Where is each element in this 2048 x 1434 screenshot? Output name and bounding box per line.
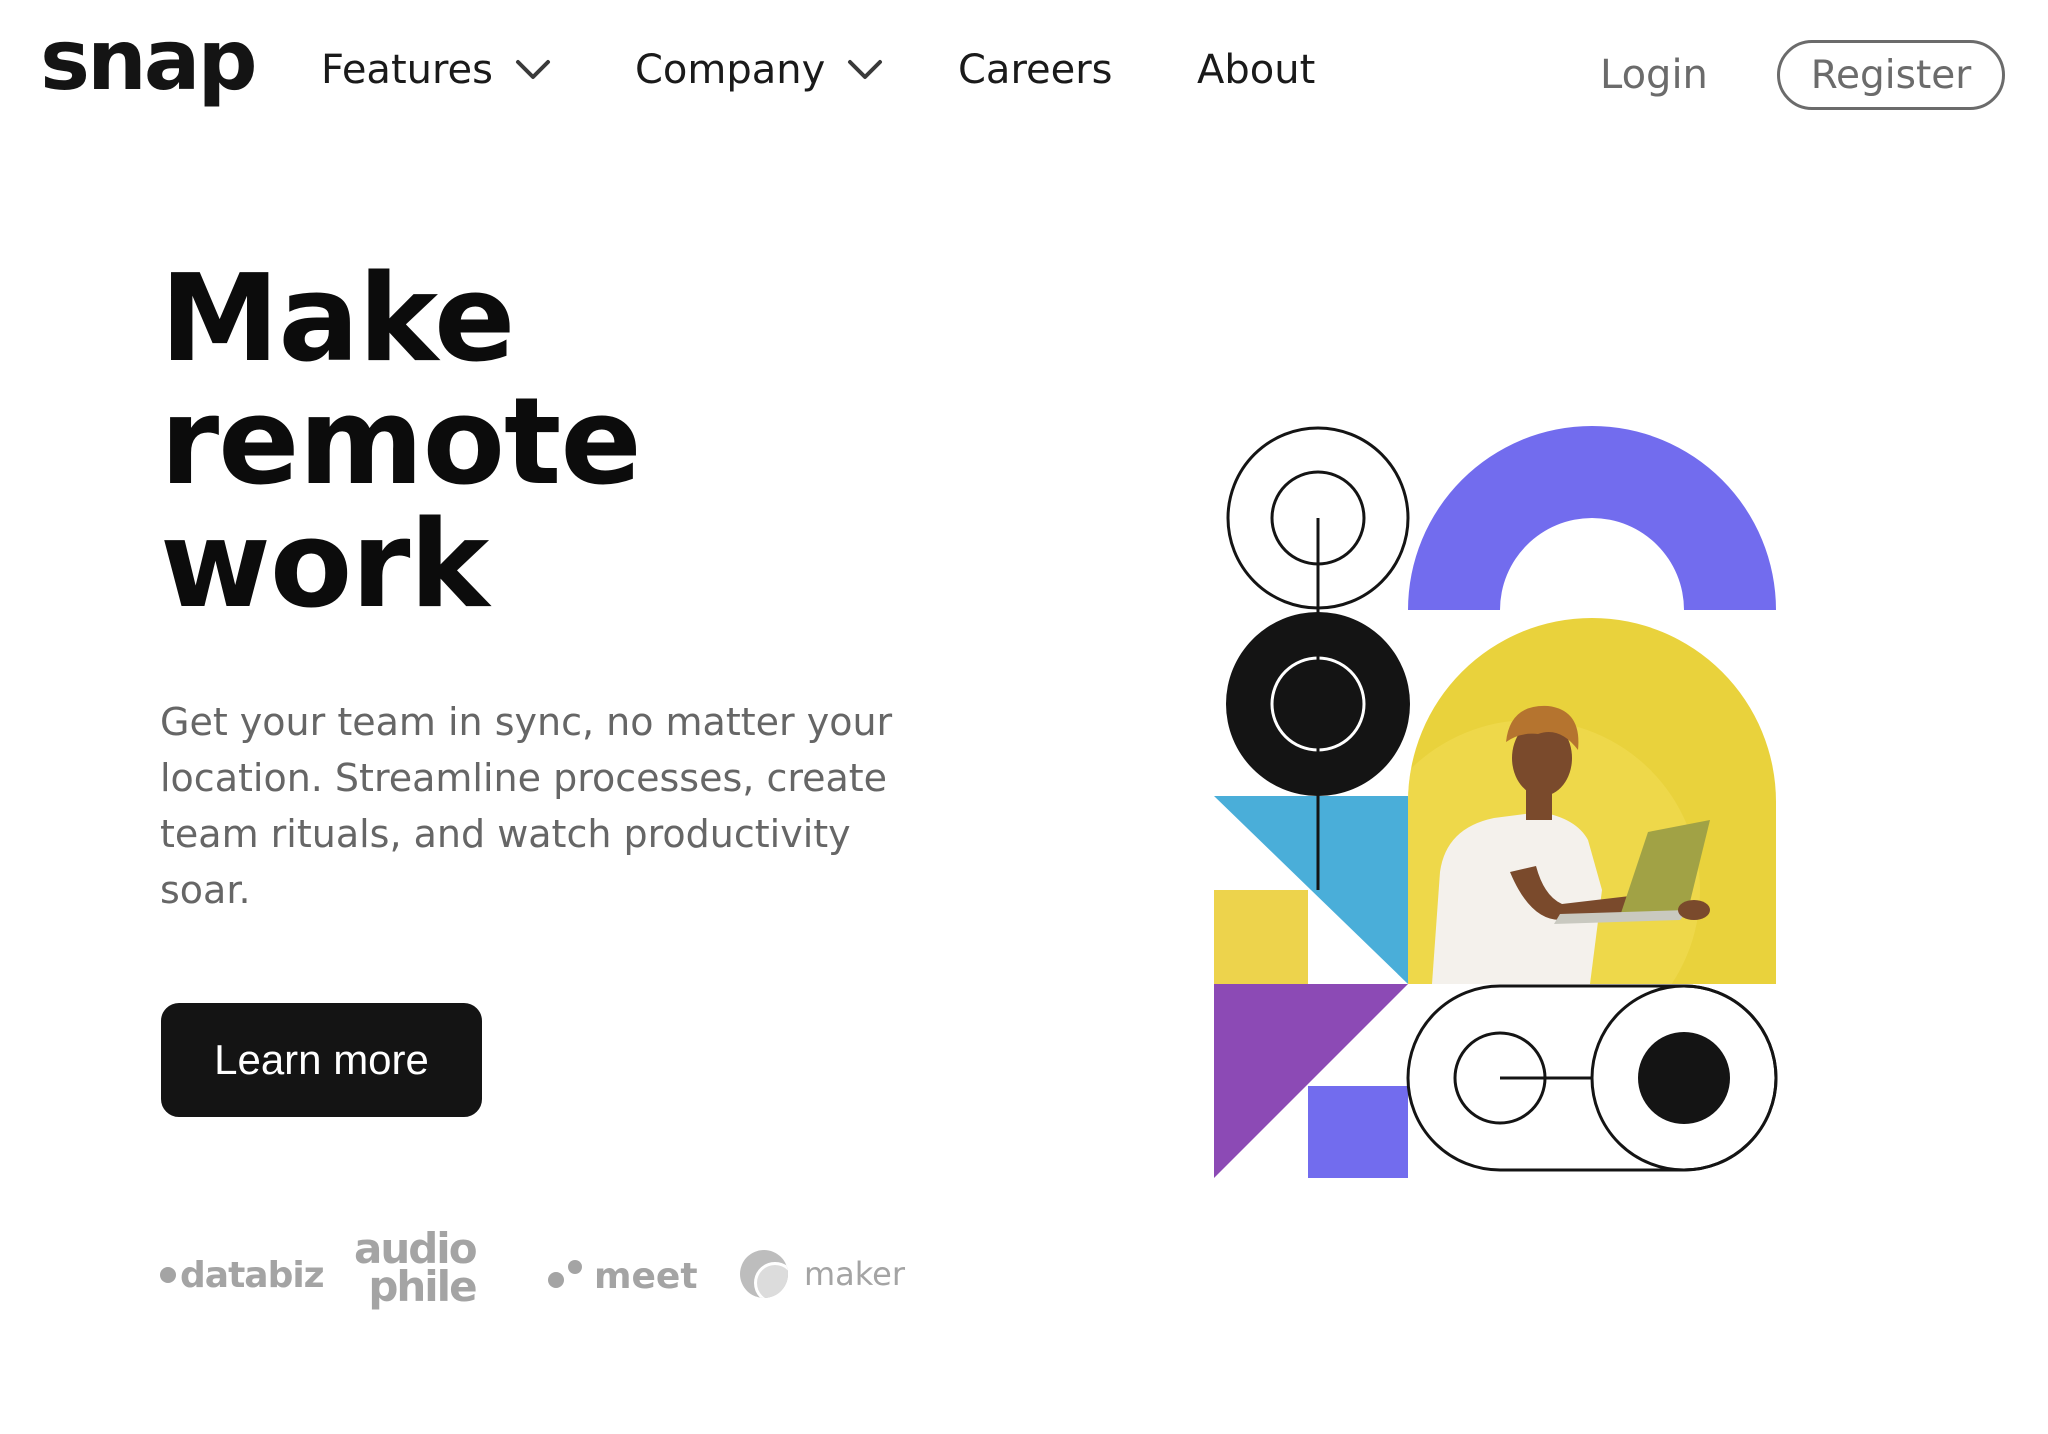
chevron-down-icon — [848, 60, 883, 79]
purple-square-shape — [1308, 1086, 1408, 1178]
maker-logo-text: maker — [804, 1255, 906, 1293]
databiz-logo: databiz — [160, 1255, 325, 1296]
meet-logo: meet — [548, 1258, 698, 1295]
meet-dots-icon — [548, 1258, 588, 1288]
nav-company[interactable]: Company — [635, 50, 883, 90]
landing-page: snap Features Company Careers About Logi… — [0, 0, 2048, 1434]
hero-title-line: Make — [160, 250, 515, 389]
nav-about-label: About — [1197, 47, 1316, 93]
learn-more-button[interactable]: Learn more — [161, 1003, 482, 1117]
audiophile-logo: audio phile — [354, 1228, 478, 1311]
hero-illustration — [1214, 426, 1778, 1178]
pill-toggle-shape — [1406, 984, 1778, 1172]
meet-logo-text: meet — [594, 1256, 698, 1297]
purple-arch-shape — [1408, 426, 1776, 610]
databiz-logo-text: databiz — [180, 1255, 325, 1296]
hero-description: Get your team in sync, no matter your lo… — [160, 700, 893, 912]
nav-about[interactable]: About — [1197, 50, 1315, 90]
audiophile-logo-bottom: phile — [368, 1262, 477, 1311]
register-button[interactable]: Register — [1777, 40, 2005, 110]
hero-title-line: remote — [160, 373, 642, 512]
databiz-dot-icon — [160, 1267, 176, 1283]
hero-title: Make remote work — [160, 250, 642, 635]
yellow-square-shape — [1214, 890, 1308, 984]
snap-logo[interactable]: snap — [40, 18, 258, 102]
nav-careers-label: Careers — [958, 47, 1113, 93]
maker-logo: maker — [740, 1250, 905, 1298]
login-link[interactable]: Login — [1600, 55, 1708, 95]
chevron-down-icon — [516, 60, 550, 79]
maker-circle-icon — [740, 1250, 788, 1298]
nav-careers[interactable]: Careers — [958, 50, 1113, 90]
nav-features-label: Features — [321, 47, 493, 93]
hero-title-line: work — [160, 496, 489, 635]
nav-company-label: Company — [635, 47, 826, 93]
nav-features[interactable]: Features — [321, 50, 551, 90]
